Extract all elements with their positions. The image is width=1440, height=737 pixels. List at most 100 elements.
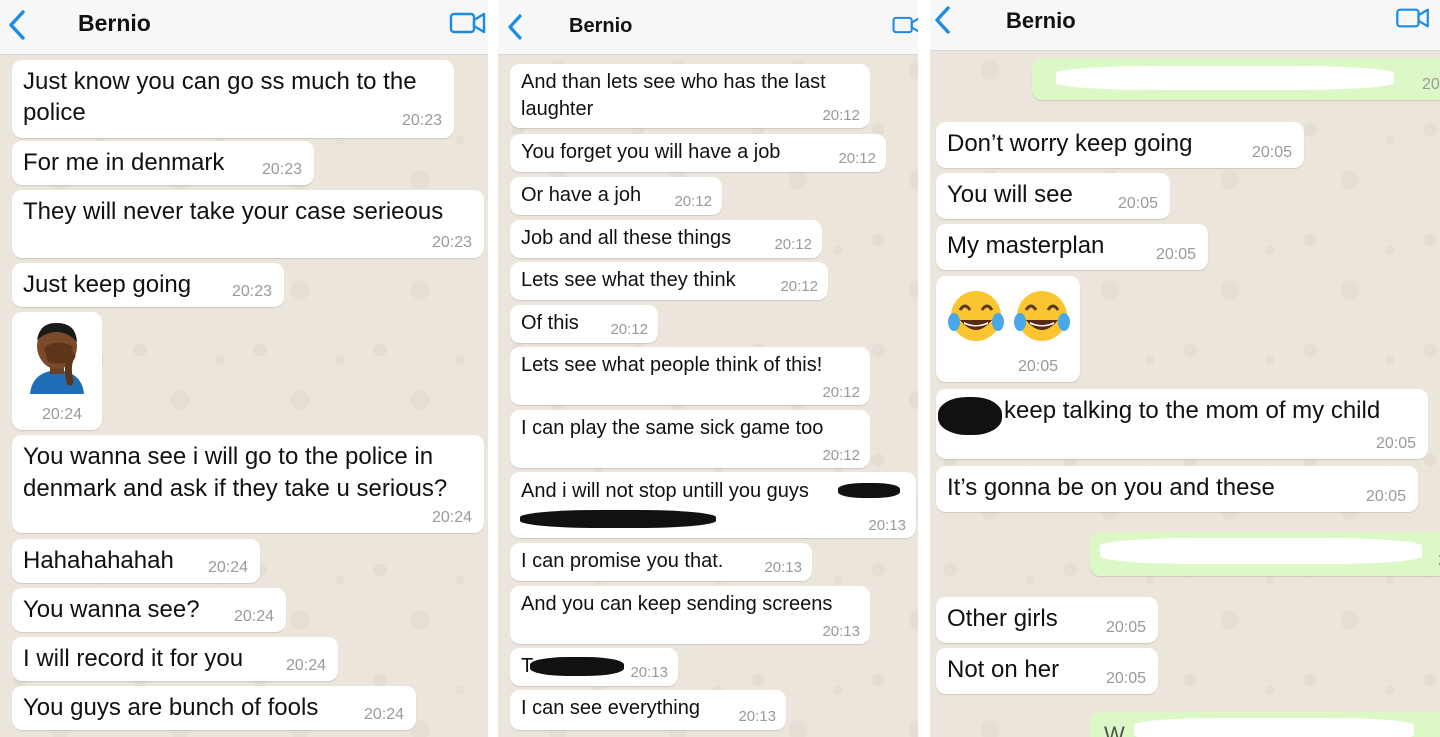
- message-text: You wanna see i will go to the police in: [23, 443, 434, 470]
- message-text-line2: denmark and ask if they take u serious?: [23, 475, 448, 502]
- message-bubble[interactable]: For me in denmark 20:23: [12, 141, 314, 185]
- contact-name[interactable]: Bernio: [569, 15, 632, 38]
- message-bubble[interactable]: My masterplan 20:05: [936, 224, 1208, 270]
- message-bubble[interactable]: You forget you will have a job 20:12: [510, 134, 886, 172]
- redaction-mark: [938, 397, 1002, 435]
- message-text: Hahahahahah: [23, 547, 174, 574]
- message-timestamp: 20:05: [1251, 144, 1292, 161]
- message-timestamp: 20:05: [1155, 246, 1196, 263]
- message-timestamp: 20:24: [233, 608, 274, 625]
- contact-name[interactable]: Bernio: [78, 10, 151, 37]
- message-bubble[interactable]: Other girls 20:05: [936, 597, 1158, 643]
- message-timestamp: 20:24: [207, 559, 248, 576]
- message-text: Other girls: [947, 605, 1058, 632]
- message-text: Or have a joh: [521, 184, 642, 206]
- back-chevron-icon[interactable]: [932, 4, 954, 38]
- message-timestamp: 20:05: [1105, 619, 1146, 636]
- message-bubble[interactable]: Just know you can go ss much to the poli…: [12, 60, 454, 138]
- message-bubble[interactable]: Job and all these things 20:12: [510, 220, 822, 258]
- message-bubble[interactable]: And you can keep sending screens 20:13: [510, 586, 870, 644]
- chat-header: Bernio: [930, 0, 1440, 51]
- chat-screenshot-1: Bernio Just know you can go ss much to t…: [0, 0, 488, 737]
- whiteout-redaction: [1134, 718, 1414, 737]
- message-text: You forget you will have a job: [521, 141, 781, 163]
- message-bubble[interactable]: And than lets see who has the last laugh…: [510, 64, 870, 128]
- message-bubble[interactable]: Or have a joh 20:12: [510, 177, 722, 215]
- message-bubble[interactable]: And i will not stop untill you guys 20:1…: [510, 472, 916, 538]
- message-bubble[interactable]: I can play the same sick game too 20:12: [510, 410, 870, 468]
- message-text: Not on her: [947, 656, 1060, 683]
- tears-of-joy-emoji-icon: [1014, 291, 1070, 341]
- message-timestamp: 20:12: [838, 150, 876, 167]
- message-text: You will see: [947, 181, 1073, 208]
- emoji-message-bubble[interactable]: 20:05: [936, 276, 1080, 382]
- message-timestamp: 20:23: [431, 234, 472, 251]
- chat-screenshot-2: Bernio And than lets see who has the las…: [498, 0, 918, 737]
- message-text: I can see everything: [521, 697, 700, 719]
- outgoing-message-bubble[interactable]: 20: [1032, 58, 1440, 100]
- message-timestamp: 20:13: [630, 664, 668, 681]
- message-timestamp: 20:12: [610, 321, 648, 338]
- message-timestamp: 20:13: [764, 559, 802, 576]
- contact-name[interactable]: Bernio: [1006, 8, 1076, 34]
- message-bubble[interactable]: Just keep going 20:23: [12, 263, 284, 307]
- message-timestamp: 20:12: [822, 384, 860, 401]
- message-timestamp: 20:24: [363, 706, 404, 723]
- message-timestamp: 20: [1422, 76, 1440, 93]
- video-call-icon[interactable]: [892, 14, 918, 36]
- whiteout-redaction: [1100, 538, 1422, 564]
- redaction-mark: [520, 510, 716, 528]
- message-bubble[interactable]: You wanna see? 20:24: [12, 588, 286, 632]
- message-bubble[interactable]: I will record it for you 20:24: [12, 637, 338, 681]
- message-timestamp: 20:05: [1018, 358, 1059, 375]
- video-call-icon[interactable]: [1394, 6, 1432, 30]
- message-bubble[interactable]: You will see 20:05: [936, 173, 1170, 219]
- message-text: Job and all these things: [521, 227, 732, 249]
- chat-header: Bernio: [0, 0, 488, 55]
- message-bubble[interactable]: Lets see what they think 20:12: [510, 262, 828, 300]
- message-text: And than lets see who has the last: [521, 71, 826, 93]
- back-chevron-icon[interactable]: [504, 10, 526, 44]
- message-timestamp: 20:12: [780, 278, 818, 295]
- back-chevron-icon[interactable]: [6, 8, 28, 42]
- message-text: I will record it for you: [23, 645, 244, 672]
- emoji-message-bubble[interactable]: 20:24: [12, 312, 102, 430]
- message-bubble[interactable]: You guys are bunch of fools 20:24: [12, 686, 416, 730]
- message-bubble[interactable]: Not on her 20:05: [936, 648, 1158, 694]
- message-text: You wanna see?: [23, 596, 200, 623]
- message-bubble[interactable]: Of this 20:12: [510, 305, 658, 343]
- message-timestamp: 20:24: [285, 657, 326, 674]
- outgoing-message-bubble[interactable]: W: [1090, 712, 1440, 737]
- message-text: Lets see what people think of this!: [521, 354, 823, 376]
- message-timestamp: 20:12: [674, 193, 712, 210]
- message-text: And i will not stop untill you guys: [521, 480, 809, 502]
- outgoing-message-bubble[interactable]: 20: [1090, 532, 1440, 576]
- message-bubble[interactable]: T 20:13: [510, 648, 678, 686]
- message-bubble[interactable]: keep talking to the mom of my child 20:0…: [936, 389, 1428, 459]
- message-text: For me in denmark: [23, 149, 225, 176]
- message-timestamp: 20:12: [774, 236, 812, 253]
- redaction-mark: [530, 657, 624, 676]
- message-bubble[interactable]: Hahahahahah 20:24: [12, 539, 260, 583]
- chat-header: Bernio: [498, 0, 918, 55]
- message-timestamp: 20:12: [822, 447, 860, 464]
- message-bubble[interactable]: It’s gonna be on you and these 20:05: [936, 466, 1418, 512]
- message-timestamp: 20:24: [431, 509, 472, 526]
- message-bubble[interactable]: I can promise you that. 20:13: [510, 543, 812, 581]
- message-bubble[interactable]: Lets see what people think of this! 20:1…: [510, 347, 870, 405]
- message-timestamp: 20:05: [1365, 488, 1406, 505]
- message-bubble[interactable]: I can see everything 20:13: [510, 690, 786, 730]
- message-text: And you can keep sending screens: [521, 593, 833, 615]
- message-timestamp: 20:13: [868, 517, 906, 534]
- tears-of-joy-emoji-icon: [948, 291, 1004, 341]
- message-text: I can promise you that.: [521, 550, 724, 572]
- message-text-line2: police: [23, 99, 86, 126]
- message-text: They will never take your case serieous: [23, 198, 444, 225]
- message-bubble[interactable]: They will never take your case serieous …: [12, 190, 484, 258]
- message-text: Don’t worry keep going: [947, 130, 1193, 157]
- message-bubble[interactable]: You wanna see i will go to the police in…: [12, 435, 484, 533]
- message-text: W: [1104, 722, 1125, 737]
- video-call-icon[interactable]: [449, 10, 487, 36]
- message-bubble[interactable]: Don’t worry keep going 20:05: [936, 122, 1304, 168]
- message-timestamp: 20:24: [42, 406, 83, 423]
